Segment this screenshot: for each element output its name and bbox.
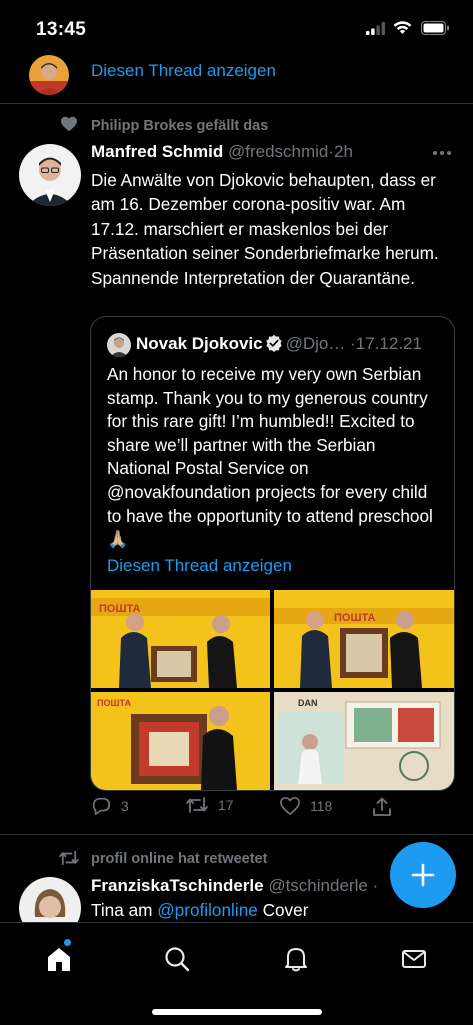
wifi-icon: [393, 20, 412, 35]
social-context: Philipp Brokes gefällt das: [91, 118, 269, 134]
mention-link[interactable]: @profilonline: [157, 900, 258, 920]
show-thread-link[interactable]: Diesen Thread anzeigen: [107, 556, 292, 576]
notification-dot: [64, 939, 71, 946]
tweet-text: Die Anwälte von Djokovic behaupten, dass…: [91, 170, 439, 288]
quote-text: An honor to receive my very own Serbian …: [107, 364, 433, 550]
home-icon: [45, 945, 73, 973]
author-handle[interactable]: @tschinderle: [268, 876, 367, 895]
quote-author-name: Novak Djokovic: [136, 334, 263, 353]
quote-date: 17.12.21: [355, 334, 422, 353]
nav-notifications[interactable]: [274, 937, 318, 981]
share-button[interactable]: [371, 796, 393, 818]
show-thread-link[interactable]: Diesen Thread anzeigen: [91, 61, 276, 81]
heart-icon: [60, 116, 78, 132]
plus-icon: [410, 862, 436, 888]
battery-icon: [421, 21, 450, 35]
tweet-text-suffix: Cover: [257, 900, 309, 920]
quote-tweet-card[interactable]: Novak Djokovic @Djo… ·17.12.21 An honor t…: [90, 316, 455, 791]
retweet-icon: [185, 796, 209, 814]
separator: ·: [372, 876, 379, 895]
avatar: [107, 333, 131, 357]
quote-header: Novak Djokovic @Djo… ·17.12.21: [136, 334, 422, 354]
search-icon: [163, 945, 191, 973]
compose-button[interactable]: [390, 842, 456, 908]
status-bar: 13:45: [0, 0, 473, 56]
home-indicator: [152, 1009, 322, 1015]
tweet-header: FranziskaTschinderle @tschinderle ·: [91, 876, 378, 896]
author-name[interactable]: FranziskaTschinderle: [91, 876, 264, 895]
bell-icon: [282, 945, 310, 973]
tweet-text: Tina am @profilonline Cover: [91, 900, 308, 921]
photo-label: DAN: [298, 698, 318, 708]
photo-label: ПОШТА: [97, 698, 131, 708]
divider: [0, 103, 473, 104]
heart-icon: [279, 796, 301, 816]
photo-label: ПОШТА: [334, 612, 376, 624]
author-name[interactable]: Manfred Schmid: [91, 142, 223, 161]
avatar[interactable]: [19, 144, 81, 206]
author-handle[interactable]: @fredschmid: [228, 142, 328, 161]
photo[interactable]: ПОШТА: [91, 590, 270, 688]
reply-icon: [90, 796, 112, 816]
photo[interactable]: DAN: [274, 692, 454, 790]
like-count: 118: [310, 798, 333, 814]
bottom-nav: [0, 922, 473, 1025]
retweet-count: 17: [218, 797, 234, 813]
tweet-header: Manfred Schmid @fredschmid·2h: [91, 142, 353, 162]
nav-search[interactable]: [155, 937, 199, 981]
more-icon[interactable]: [432, 150, 452, 156]
social-context: profil online hat retweetet: [91, 851, 268, 867]
reply-button[interactable]: 3: [90, 796, 129, 816]
verified-icon: [265, 334, 283, 352]
status-time: 13:45: [36, 19, 87, 40]
like-button[interactable]: 118: [279, 796, 332, 816]
signal-icon: [366, 22, 386, 35]
quote-handle: @Djo…: [285, 334, 346, 353]
nav-messages[interactable]: [392, 937, 436, 981]
media-grid: ПОШТА ПОШТА ПОШТА DAN: [91, 590, 454, 790]
divider: [0, 834, 473, 835]
tweet-time[interactable]: 2h: [334, 142, 353, 161]
tweet-text-prefix: Tina am: [91, 900, 158, 920]
retweet-button[interactable]: 17: [185, 796, 234, 814]
retweet-icon: [58, 850, 80, 866]
photo[interactable]: ПОШТА: [91, 692, 270, 790]
reply-count: 3: [121, 798, 129, 814]
share-icon: [371, 796, 393, 818]
photo[interactable]: ПОШТА: [274, 590, 454, 688]
nav-home[interactable]: [37, 937, 81, 981]
mail-icon: [400, 945, 428, 973]
avatar[interactable]: [29, 55, 69, 95]
